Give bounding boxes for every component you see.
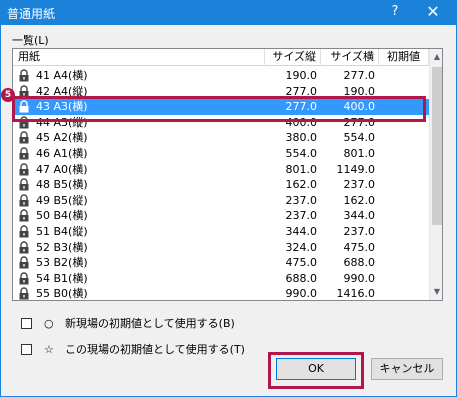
circle-mark-icon: ○ — [44, 317, 54, 330]
paper-height: 237.0 — [285, 209, 318, 223]
paper-name: 52 B3(横) — [36, 240, 88, 254]
header-paper[interactable]: 用紙 — [13, 49, 265, 66]
list-item[interactable]: 49 B5(縦) 237.0 162.0 — [13, 193, 429, 209]
paper-height: 162.0 — [285, 178, 318, 192]
list-item[interactable]: 51 B4(縦) 344.0 237.0 — [13, 224, 429, 240]
paper-height: 344.0 — [285, 225, 318, 238]
paper-name: 48 B5(横) — [36, 178, 88, 192]
paper-height: 190.0 — [285, 69, 318, 82]
paper-width: 475.0 — [343, 240, 376, 254]
lock-icon — [18, 272, 30, 285]
paper-height: 688.0 — [285, 271, 318, 285]
new-site-default-label: 新現場の初期値として使用する(B) — [65, 317, 235, 330]
paper-list[interactable]: 用紙 サイズ縦 サイズ横 初期値 41 A4(横) 190.0 277.0 42 A4… — [12, 48, 443, 301]
paper-height: 554.0 — [285, 147, 318, 160]
paper-height: 475.0 — [285, 256, 318, 270]
scroll-up-icon[interactable]: ▲ — [430, 49, 442, 65]
paper-name: 55 B0(横) — [36, 287, 88, 300]
lock-icon — [18, 194, 30, 207]
paper-name: 47 A0(横) — [36, 162, 88, 176]
list-item[interactable]: 47 A0(横) 801.0 1149.0 — [13, 162, 429, 178]
lock-icon — [18, 209, 30, 222]
this-site-default-checkbox[interactable] — [21, 344, 32, 355]
paper-height: 324.0 — [285, 240, 318, 254]
callout-highlight-box — [12, 96, 426, 122]
list-label: 一覧(L) — [12, 34, 49, 47]
paper-width: 990.0 — [343, 271, 376, 285]
scroll-down-icon[interactable]: ▼ — [430, 284, 442, 300]
list-header: 用紙 サイズ縦 サイズ横 初期値 — [13, 49, 429, 66]
star-mark-icon: ☆ — [44, 343, 54, 356]
paper-name: 45 A2(横) — [36, 131, 88, 145]
paper-width: 344.0 — [343, 209, 376, 223]
this-site-default-label: この現場の初期値として使用する(T) — [65, 343, 245, 356]
title-bar: 普通用紙 ? ✕ — [0, 0, 457, 25]
vertical-scrollbar[interactable]: ▲ ▼ — [429, 49, 442, 300]
paper-height: 380.0 — [285, 131, 318, 145]
lock-icon — [18, 225, 30, 238]
paper-height: 990.0 — [285, 287, 318, 300]
paper-name: 46 A1(横) — [36, 147, 88, 160]
paper-name: 51 B4(縦) — [36, 225, 88, 238]
lock-icon — [18, 240, 30, 254]
new-site-default-checkbox[interactable] — [21, 318, 32, 329]
lock-icon — [18, 178, 30, 191]
lock-icon — [18, 131, 30, 144]
paper-name: 53 B2(横) — [36, 256, 88, 270]
lock-icon — [18, 162, 30, 176]
list-item[interactable]: 46 A1(横) 554.0 801.0 — [13, 146, 429, 162]
scroll-thumb[interactable] — [432, 67, 442, 225]
paper-name: 54 B1(横) — [36, 271, 88, 285]
paper-width: 554.0 — [343, 131, 376, 145]
cancel-button[interactable]: キャンセル — [371, 358, 443, 380]
paper-name: 50 B4(横) — [36, 209, 88, 223]
paper-width: 237.0 — [343, 178, 376, 192]
window-title: 普通用紙 — [7, 7, 56, 21]
list-item[interactable]: 55 B0(横) 990.0 1416.0 — [13, 286, 429, 300]
header-height[interactable]: サイズ縦 — [265, 49, 321, 66]
ok-button[interactable]: OK — [276, 358, 356, 380]
lock-icon — [18, 256, 30, 269]
paper-height: 237.0 — [285, 193, 318, 207]
lock-icon — [18, 69, 30, 82]
paper-width: 801.0 — [343, 147, 376, 160]
list-item[interactable]: 52 B3(横) 324.0 475.0 — [13, 240, 429, 256]
paper-name: 49 B5(縦) — [36, 193, 88, 207]
lock-icon — [18, 287, 30, 300]
header-width[interactable]: サイズ横 — [321, 49, 379, 66]
paper-width: 162.0 — [343, 193, 376, 207]
list-item[interactable]: 53 B2(横) 475.0 688.0 — [13, 255, 429, 271]
list-item[interactable]: 45 A2(横) 380.0 554.0 — [13, 130, 429, 146]
paper-name: 41 A4(横) — [36, 69, 88, 82]
list-item[interactable]: 54 B1(横) 688.0 990.0 — [13, 271, 429, 287]
paper-height: 801.0 — [285, 162, 318, 176]
list-item[interactable]: 48 B5(横) 162.0 237.0 — [13, 177, 429, 193]
paper-width: 1149.0 — [336, 162, 376, 176]
list-item[interactable]: 50 B4(横) 237.0 344.0 — [13, 208, 429, 224]
help-button[interactable]: ? — [385, 2, 405, 22]
lock-icon — [18, 147, 30, 160]
header-default[interactable]: 初期値 — [379, 49, 429, 66]
close-button[interactable]: ✕ — [422, 2, 444, 22]
paper-width: 1416.0 — [336, 287, 376, 300]
paper-width: 237.0 — [343, 225, 376, 238]
paper-width: 688.0 — [343, 256, 376, 270]
paper-width: 277.0 — [343, 69, 376, 82]
list-item[interactable]: 41 A4(横) 190.0 277.0 — [13, 68, 429, 84]
